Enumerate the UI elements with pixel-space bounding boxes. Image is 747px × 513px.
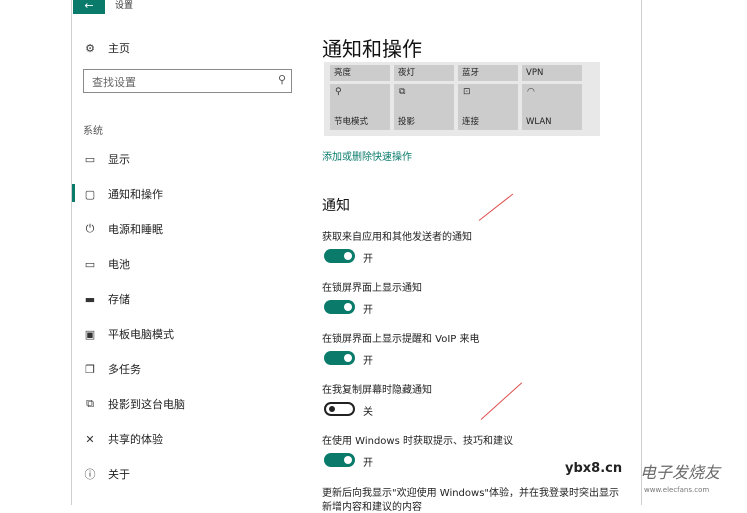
quick-action-icon: ⧉	[399, 87, 406, 97]
monitor-icon: ▭	[84, 152, 96, 166]
welcome-experience-label: 更新后向我显示"欢迎使用 Windows"体验，并在我登录时突出显示	[322, 488, 620, 499]
toggle-switch[interactable]	[324, 402, 355, 416]
toggle-knob	[344, 456, 352, 464]
search-placeholder: 查找设置	[92, 76, 136, 89]
quick-action-tile[interactable]: 蓝牙	[458, 65, 518, 81]
sidebar-item[interactable]: ⓘ 关于	[82, 464, 131, 484]
search-icon: ⚲	[277, 73, 286, 86]
quick-action-label: 蓝牙	[462, 68, 480, 78]
search-input[interactable]: 查找设置 ⚲	[83, 69, 292, 93]
toggle-switch[interactable]	[324, 300, 355, 314]
sidebar-item-label: 平板电脑模式	[108, 328, 174, 341]
sidebar-item-label: 电池	[108, 258, 130, 271]
toggle-switch[interactable]	[324, 351, 355, 365]
battery-icon: ▭	[84, 257, 96, 271]
setting-label: 获取来自应用和其他发送者的通知	[322, 232, 472, 243]
sidebar-item[interactable]: ⏻ 电源和睡眠	[82, 219, 163, 239]
toggle-knob	[344, 354, 352, 362]
sidebar-home[interactable]: ⚙ 主页	[82, 38, 130, 58]
sidebar-item[interactable]: ❐ 多任务	[82, 359, 141, 379]
toggle-state-label: 开	[363, 254, 373, 265]
notification-icon: ▢	[84, 187, 96, 201]
active-indicator	[72, 184, 75, 202]
gear-icon: ⚙	[85, 41, 95, 55]
watermark-url: www.elecfans.com	[644, 486, 710, 494]
watermark-site: ybx8.cn	[565, 461, 623, 476]
watermark-brand: 电子发烧友	[640, 463, 721, 482]
storage-icon: ▬	[84, 292, 96, 306]
toggle-switch[interactable]	[324, 453, 355, 467]
quick-action-icon: ⚲	[335, 87, 342, 97]
quick-action-icon: ◠	[527, 87, 535, 97]
toggle-knob	[344, 252, 352, 260]
quick-action-label: 夜灯	[398, 68, 416, 78]
quick-action-icon: ⊡	[463, 87, 471, 97]
quick-action-label: 节电模式	[334, 117, 369, 127]
notifications-heading: 通知	[322, 198, 350, 214]
quick-action-label: 连接	[462, 117, 480, 127]
quick-action-label: WLAN	[526, 117, 552, 127]
setting-label: 在锁屏界面上显示提醒和 VoIP 来电	[322, 334, 480, 345]
quick-action-tile[interactable]: VPN	[522, 65, 582, 81]
sidebar-item-label: 共享的体验	[108, 433, 163, 446]
section-label-system: 系统	[83, 126, 103, 137]
sidebar-item[interactable]: ▬ 存储	[82, 289, 130, 309]
toggle-state-label: 开	[363, 458, 373, 469]
tablet-icon: ▣	[84, 327, 96, 341]
toggle-state-label: 开	[363, 305, 373, 316]
quick-action-label: 投影	[398, 117, 416, 127]
sidebar-item[interactable]: ▭ 电池	[82, 254, 130, 274]
project-icon: ⧉	[86, 397, 94, 410]
sidebar-item[interactable]: ✕ 共享的体验	[82, 429, 163, 449]
share-icon: ✕	[85, 432, 95, 446]
quick-action-label: VPN	[526, 68, 544, 78]
sidebar-item-label: 通知和操作	[108, 188, 163, 201]
toggle-state-label: 关	[363, 407, 373, 418]
toggle-knob	[344, 303, 352, 311]
power-icon: ⏻	[85, 222, 95, 235]
main-content: 通知和操作 亮度 夜灯 蓝牙 VPN ⚲ 节电模式 ⧉ 投影 ⊡ 连接 ◠ WLAN 添加或删除快速操…	[322, 0, 637, 513]
sidebar-item[interactable]: ▢ 通知和操作	[82, 184, 163, 204]
multitask-icon: ❐	[85, 362, 95, 376]
sidebar-item[interactable]: ⧉ 投影到这台电脑	[82, 394, 185, 414]
sidebar-item-label: 关于	[108, 468, 130, 481]
toggle-state-label: 开	[363, 356, 373, 367]
setting-label: 在使用 Windows 时获取提示、技巧和建议	[322, 436, 513, 447]
sidebar-item[interactable]: ▭ 显示	[82, 149, 130, 169]
toggle-knob	[329, 406, 335, 412]
page-title: 通知和操作	[322, 37, 422, 61]
quick-action-tile[interactable]: ⧉ 投影	[394, 84, 454, 130]
add-remove-quick-actions-link[interactable]: 添加或删除快速操作	[322, 148, 412, 163]
sidebar-item-label: 电源和睡眠	[108, 223, 163, 236]
setting-label: 在锁屏界面上显示通知	[322, 283, 422, 294]
quick-action-tile[interactable]: ⊡ 连接	[458, 84, 518, 130]
welcome-experience-label-line2: 新增内容和建议的内容	[322, 502, 422, 513]
sidebar-item-label: 存储	[108, 293, 130, 306]
quick-action-tile[interactable]: 亮度	[330, 65, 390, 81]
info-icon: ⓘ	[84, 468, 96, 481]
toggle-switch[interactable]	[324, 249, 355, 263]
sidebar-item-label: 投影到这台电脑	[108, 398, 185, 411]
sidebar-item-label: 多任务	[108, 363, 141, 376]
home-label: 主页	[108, 42, 130, 55]
sidebar-item[interactable]: ▣ 平板电脑模式	[82, 324, 174, 344]
quick-action-tile[interactable]: ◠ WLAN	[522, 84, 582, 130]
settings-window: ← 设置 ⚙ 主页 查找设置 ⚲ 系统 ▭ 显示 ▢ 通知和操作 ⏻ 电源和睡眠 ▭ 电池 ▬ 存…	[71, 0, 642, 513]
setting-label: 在我复制屏幕时隐藏通知	[322, 385, 432, 396]
quick-actions-grid: 亮度 夜灯 蓝牙 VPN ⚲ 节电模式 ⧉ 投影 ⊡ 连接 ◠ WLAN	[324, 62, 600, 136]
quick-action-tile[interactable]: ⚲ 节电模式	[330, 84, 390, 130]
sidebar: ⚙ 主页 查找设置 ⚲ 系统 ▭ 显示 ▢ 通知和操作 ⏻ 电源和睡眠 ▭ 电池 ▬ 存储 ▣ 平板电…	[72, 0, 302, 505]
quick-action-label: 亮度	[334, 68, 352, 78]
sidebar-item-label: 显示	[108, 153, 130, 166]
quick-action-tile[interactable]: 夜灯	[394, 65, 454, 81]
